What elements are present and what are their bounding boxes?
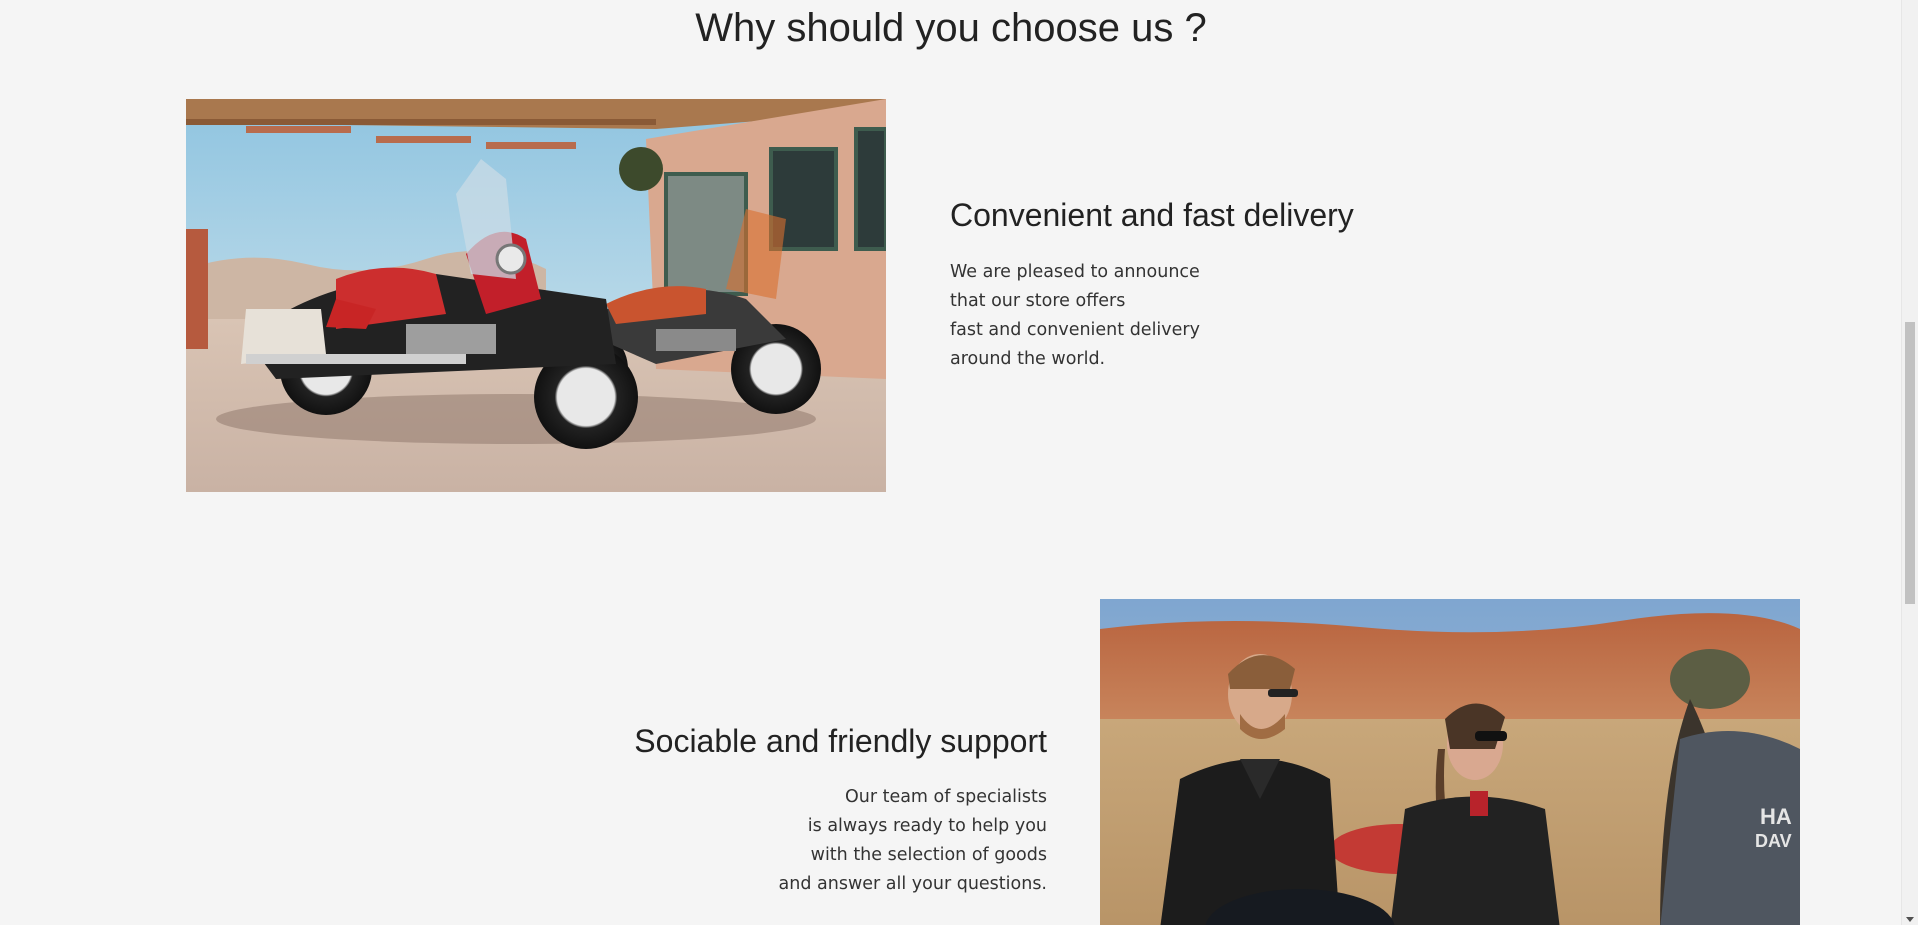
feature-support-line: and answer all your questions. bbox=[778, 874, 1047, 894]
feature-support-text: Our team of specialists is always ready … bbox=[779, 783, 1047, 899]
feature-delivery-text: We are pleased to announce that our stor… bbox=[950, 258, 1200, 374]
feature-delivery-line: We are pleased to announce bbox=[950, 262, 1200, 282]
feature-delivery-title: Convenient and fast delivery bbox=[950, 197, 1354, 233]
svg-text:DAV: DAV bbox=[1755, 831, 1792, 851]
page: Why should you choose us ? Convenient an… bbox=[0, 0, 1918, 925]
feature-delivery-line: around the world. bbox=[950, 349, 1106, 369]
feature-support-title: Sociable and friendly support bbox=[634, 723, 1047, 759]
scrollbar-thumb[interactable] bbox=[1905, 322, 1915, 604]
feature-delivery-line: that our store offers bbox=[950, 291, 1126, 311]
svg-text:HA: HA bbox=[1760, 804, 1792, 829]
vertical-scrollbar[interactable] bbox=[1901, 0, 1918, 925]
motorcycles-image bbox=[186, 99, 886, 492]
feature-support-line: with the selection of goods bbox=[810, 845, 1047, 865]
feature-support-line: Our team of specialists bbox=[844, 787, 1047, 807]
bikers-image: HA DAV bbox=[1100, 599, 1800, 925]
feature-delivery-line: fast and convenient delivery bbox=[950, 320, 1200, 340]
section-title: Why should you choose us ? bbox=[695, 6, 1207, 50]
scroll-down-arrow-icon[interactable] bbox=[1906, 917, 1914, 922]
feature-support-line: is always ready to help you bbox=[807, 816, 1047, 836]
